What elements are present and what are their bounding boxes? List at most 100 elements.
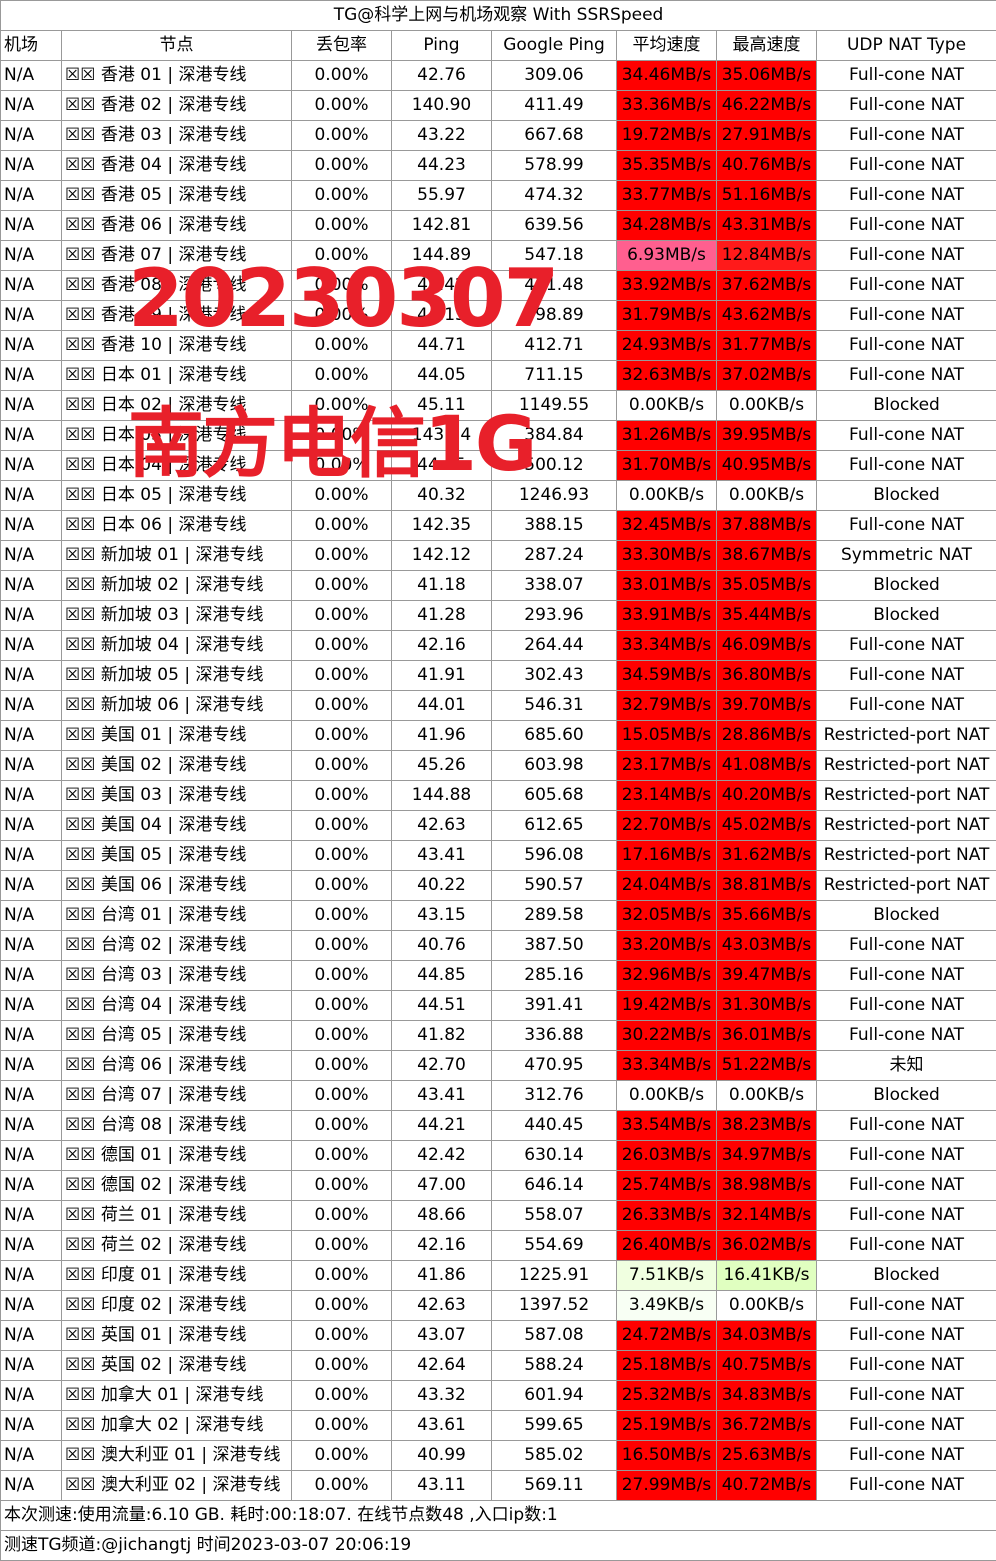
cell-ping: 42.64: [392, 1351, 492, 1381]
cell-node: ☒☒ 美国 03 | 深港专线: [62, 781, 292, 811]
cell-loss: 0.00%: [292, 61, 392, 91]
cell-airport: N/A: [1, 571, 62, 601]
cell-max-speed: 46.22MB/s: [717, 91, 817, 121]
cell-ping: 44.05: [392, 361, 492, 391]
cell-ping: 44.95: [392, 451, 492, 481]
cell-max-speed: 45.02MB/s: [717, 811, 817, 841]
cell-udp-nat-type: Restricted-port NAT: [817, 871, 996, 901]
cell-avg-speed: 23.17MB/s: [617, 751, 717, 781]
cell-ping: 40.99: [392, 1441, 492, 1471]
cell-node: ☒☒ 日本 06 | 深港专线: [62, 511, 292, 541]
header-loss: 丢包率: [292, 31, 392, 61]
cell-ping: 144.88: [392, 781, 492, 811]
cell-google-ping: 302.43: [492, 661, 617, 691]
cell-udp-nat-type: Full-cone NAT: [817, 151, 996, 181]
cell-google-ping: 336.88: [492, 1021, 617, 1051]
cell-loss: 0.00%: [292, 1351, 392, 1381]
cell-udp-nat-type: Full-cone NAT: [817, 91, 996, 121]
cell-node: ☒☒ 英国 01 | 深港专线: [62, 1321, 292, 1351]
cell-node: ☒☒ 台湾 02 | 深港专线: [62, 931, 292, 961]
cell-ping: 43.41: [392, 1081, 492, 1111]
cell-max-speed: 0.00KB/s: [717, 1081, 817, 1111]
cell-udp-nat-type: Blocked: [817, 391, 996, 421]
cell-ping: 41.96: [392, 721, 492, 751]
cell-udp-nat-type: Symmetric NAT: [817, 541, 996, 571]
cell-google-ping: 384.84: [492, 421, 617, 451]
cell-avg-speed: 25.74MB/s: [617, 1171, 717, 1201]
cell-google-ping: 599.65: [492, 1411, 617, 1441]
cell-avg-speed: 32.79MB/s: [617, 691, 717, 721]
cell-ping: 43.11: [392, 1471, 492, 1501]
table-row: N/A☒☒ 新加坡 01 | 深港专线0.00%142.12287.2433.3…: [1, 541, 996, 571]
cell-loss: 0.00%: [292, 1381, 392, 1411]
cell-node: ☒☒ 新加坡 05 | 深港专线: [62, 661, 292, 691]
cell-google-ping: 338.07: [492, 571, 617, 601]
cell-max-speed: 40.95MB/s: [717, 451, 817, 481]
cell-airport: N/A: [1, 931, 62, 961]
cell-udp-nat-type: Full-cone NAT: [817, 1231, 996, 1261]
cell-avg-speed: 34.59MB/s: [617, 661, 717, 691]
cell-udp-nat-type: Restricted-port NAT: [817, 721, 996, 751]
cell-avg-speed: 35.35MB/s: [617, 151, 717, 181]
cell-max-speed: 36.72MB/s: [717, 1411, 817, 1441]
table-row: N/A☒☒ 澳大利亚 01 | 深港专线0.00%40.99585.0216.5…: [1, 1441, 996, 1471]
cell-loss: 0.00%: [292, 451, 392, 481]
cell-max-speed: 36.02MB/s: [717, 1231, 817, 1261]
cell-airport: N/A: [1, 1111, 62, 1141]
cell-google-ping: 639.56: [492, 211, 617, 241]
cell-node: ☒☒ 新加坡 02 | 深港专线: [62, 571, 292, 601]
cell-avg-speed: 0.00KB/s: [617, 481, 717, 511]
cell-ping: 42.42: [392, 271, 492, 301]
cell-udp-nat-type: Full-cone NAT: [817, 1111, 996, 1141]
table-row: N/A☒☒ 香港 09 | 深港专线0.00%44.15598.8931.79M…: [1, 301, 996, 331]
cell-google-ping: 590.57: [492, 871, 617, 901]
cell-avg-speed: 25.18MB/s: [617, 1351, 717, 1381]
cell-avg-speed: 23.14MB/s: [617, 781, 717, 811]
cell-ping: 42.70: [392, 1051, 492, 1081]
cell-max-speed: 37.88MB/s: [717, 511, 817, 541]
cell-google-ping: 612.65: [492, 811, 617, 841]
table-row: N/A☒☒ 台湾 01 | 深港专线0.00%43.15289.5832.05M…: [1, 901, 996, 931]
cell-ping: 143.14: [392, 421, 492, 451]
cell-loss: 0.00%: [292, 721, 392, 751]
cell-airport: N/A: [1, 391, 62, 421]
cell-loss: 0.00%: [292, 361, 392, 391]
cell-max-speed: 39.95MB/s: [717, 421, 817, 451]
cell-udp-nat-type: Full-cone NAT: [817, 931, 996, 961]
cell-udp-nat-type: Full-cone NAT: [817, 1291, 996, 1321]
cell-loss: 0.00%: [292, 841, 392, 871]
cell-ping: 42.16: [392, 1231, 492, 1261]
cell-node: ☒☒ 日本 03 | 深港专线: [62, 421, 292, 451]
cell-loss: 0.00%: [292, 781, 392, 811]
table-title: TG@科学上网与机场观察 With SSRSpeed: [1, 1, 996, 31]
cell-node: ☒☒ 德国 01 | 深港专线: [62, 1141, 292, 1171]
cell-max-speed: 46.09MB/s: [717, 631, 817, 661]
cell-avg-speed: 33.54MB/s: [617, 1111, 717, 1141]
cell-node: ☒☒ 香港 04 | 深港专线: [62, 151, 292, 181]
cell-udp-nat-type: Full-cone NAT: [817, 361, 996, 391]
cell-airport: N/A: [1, 91, 62, 121]
cell-max-speed: 12.84MB/s: [717, 241, 817, 271]
table-row: N/A☒☒ 日本 02 | 深港专线0.00%45.111149.550.00K…: [1, 391, 996, 421]
cell-ping: 43.32: [392, 1381, 492, 1411]
cell-airport: N/A: [1, 271, 62, 301]
cell-google-ping: 1246.93: [492, 481, 617, 511]
cell-node: ☒☒ 印度 02 | 深港专线: [62, 1291, 292, 1321]
cell-max-speed: 31.77MB/s: [717, 331, 817, 361]
cell-node: ☒☒ 印度 01 | 深港专线: [62, 1261, 292, 1291]
cell-google-ping: 1149.55: [492, 391, 617, 421]
cell-airport: N/A: [1, 361, 62, 391]
header-google-ping: Google Ping: [492, 31, 617, 61]
cell-udp-nat-type: Full-cone NAT: [817, 1441, 996, 1471]
table-row: N/A☒☒ 新加坡 04 | 深港专线0.00%42.16264.4433.34…: [1, 631, 996, 661]
cell-udp-nat-type: Full-cone NAT: [817, 331, 996, 361]
cell-node: ☒☒ 台湾 01 | 深港专线: [62, 901, 292, 931]
cell-avg-speed: 3.49KB/s: [617, 1291, 717, 1321]
cell-max-speed: 35.06MB/s: [717, 61, 817, 91]
cell-google-ping: 287.24: [492, 541, 617, 571]
cell-node: ☒☒ 荷兰 02 | 深港专线: [62, 1231, 292, 1261]
cell-ping: 42.42: [392, 1141, 492, 1171]
header-row: 机场节点丢包率PingGoogle Ping平均速度最高速度UDP NAT Ty…: [1, 31, 996, 61]
cell-udp-nat-type: Full-cone NAT: [817, 1141, 996, 1171]
cell-ping: 42.63: [392, 811, 492, 841]
